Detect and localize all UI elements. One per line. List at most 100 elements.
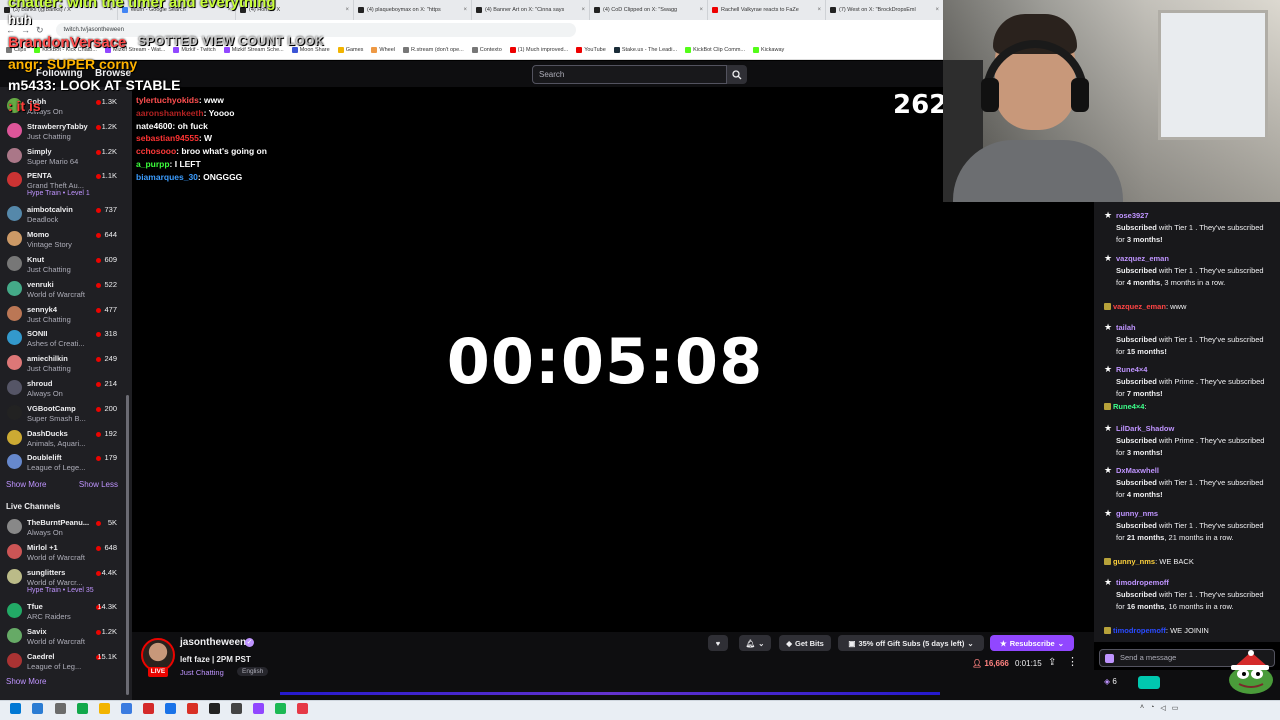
taskbar-app-icon[interactable] (143, 703, 154, 714)
sidebar-channel[interactable]: Caedrel League of Leg... 15.1K (0, 650, 132, 675)
channel-category: Just Chatting (27, 314, 71, 324)
windows-start-icon[interactable] (10, 703, 21, 714)
volume-icon[interactable]: ◁ (1160, 704, 1165, 712)
chevron-up-icon[interactable]: ˄ (1140, 704, 1144, 712)
follow-button[interactable]: ♥ (708, 635, 728, 651)
channel-viewer-count: 644 (104, 230, 117, 240)
overlay-text: BrandonVersace (8, 34, 127, 51)
chrome-icon[interactable] (99, 703, 110, 714)
browser-tab[interactable]: (4) CoD Clipped on X: "Swagg × (590, 0, 708, 20)
bookmark-item[interactable]: Games (337, 46, 363, 53)
sidebar-channel[interactable]: Momo Vintage Story 644 (0, 228, 132, 253)
chat-username[interactable]: Rune4×4 (1113, 402, 1144, 411)
bookmark-item[interactable]: Stake.us - The Leadi... (613, 46, 677, 53)
chat-username[interactable]: timodropemoff (1113, 626, 1166, 635)
taskbar-app-icon[interactable] (121, 703, 132, 714)
chat-username[interactable]: gunny_nms (1113, 557, 1155, 566)
chat-username[interactable]: tailah (1116, 323, 1136, 332)
bookmark-item[interactable]: R.stream (don't ope... (403, 46, 464, 53)
sidebar-channel[interactable]: Savix World of Warcraft 1.2K (0, 625, 132, 650)
streamer-name[interactable]: jasontheween (180, 637, 246, 648)
browser-tab[interactable]: (7) West on X: "BrockDropsEml × (826, 0, 943, 20)
chat-username[interactable]: vazquez_eman (1116, 254, 1169, 263)
bookmark-item[interactable]: Contexto (471, 46, 502, 53)
sidebar-channel[interactable]: DashDucks Animals, Aquari... 192 (0, 427, 132, 452)
show-more-link[interactable]: Show More (6, 677, 46, 686)
resubscribe-button[interactable]: ★ Resubscribe ⌄ (990, 635, 1074, 651)
sidebar-channel[interactable]: TheBurntPeanu... Always On 5K (0, 516, 132, 541)
sidebar-scrollbar[interactable] (126, 395, 129, 695)
chat-username[interactable]: rose3927 (1116, 211, 1149, 220)
network-icon[interactable]: ◔ (1150, 704, 1154, 712)
obs-icon[interactable] (297, 703, 308, 714)
get-bits-button[interactable]: ◆ Get Bits (779, 635, 831, 651)
chat-username[interactable]: LilDark_Shadow (1116, 424, 1174, 433)
sidebar-channel[interactable]: shroud Always On 214 (0, 377, 132, 402)
taskbar-app-icon[interactable] (253, 703, 264, 714)
stream-category[interactable]: Just Chatting (180, 668, 224, 677)
taskbar-app-icon[interactable] (187, 703, 198, 714)
more-options-icon[interactable]: ⋮ (1067, 655, 1078, 668)
chat-settings-button[interactable] (1138, 676, 1160, 689)
sidebar-channel[interactable]: Simply Super Mario 64 1.2K (0, 145, 132, 170)
sidebar-channel[interactable]: sunglitters World of Warcr... 4.4K Hype Tra… (0, 566, 132, 594)
stream-tag[interactable]: English (237, 667, 269, 676)
bookmark-item[interactable]: KickBot Clip Comm... (685, 46, 745, 53)
channel-name: TheBurntPeanu... (27, 518, 90, 528)
browser-tab[interactable]: (4) plaqueboymax on X: "https × (354, 0, 472, 20)
close-tab-icon[interactable]: × (581, 7, 585, 13)
browser-tab[interactable]: (4) Banner Art on X: "Cinna says × (472, 0, 590, 20)
bookmark-item[interactable]: Kickaway (753, 46, 784, 53)
taskbar-app-icon[interactable] (165, 703, 176, 714)
sidebar-channel[interactable]: StrawberryTabby Just Chatting 1.2K (0, 120, 132, 145)
show-more-link[interactable]: Show More (6, 480, 46, 489)
emote-icon[interactable] (1105, 654, 1114, 663)
sidebar-channel[interactable]: amiechilkin Just Chatting 249 (0, 352, 132, 377)
sidebar-channel[interactable]: Doublelift League of Lege... 179 (0, 451, 132, 476)
bookmark-item[interactable]: Wheel (371, 46, 395, 53)
sub-message: Subscribed with Tier 1 . They've subscri… (1116, 590, 1264, 611)
browser-tab[interactable]: Rachell Valkyrae reacts to FaZe × (708, 0, 826, 20)
close-tab-icon[interactable]: × (935, 7, 939, 13)
battery-icon[interactable]: ▭ (1172, 704, 1179, 712)
live-dot-icon (96, 357, 101, 363)
sidebar-channel[interactable]: aimbotcalvin Deadlock 737 (0, 203, 132, 228)
close-tab-icon[interactable]: × (699, 7, 703, 13)
sidebar-channel[interactable]: SONII Ashes of Creati... 318 (0, 327, 132, 352)
taskbar-app-icon[interactable] (231, 703, 242, 714)
chat-username[interactable]: gunny_nms (1116, 509, 1158, 518)
close-tab-icon[interactable]: × (345, 7, 349, 13)
show-less-link[interactable]: Show Less (79, 480, 118, 489)
taskbar-app-icon[interactable] (209, 703, 220, 714)
close-tab-icon[interactable]: × (817, 7, 821, 13)
bookmark-item[interactable]: YouTube (576, 46, 606, 53)
background-window (1158, 10, 1268, 140)
channel-viewer-count: 200 (104, 403, 117, 413)
channel-points[interactable]: ◈ 6 (1104, 677, 1117, 686)
taskbar-app-icon[interactable] (77, 703, 88, 714)
channel-viewer-count: 192 (104, 428, 117, 438)
taskbar-app-icon[interactable] (55, 703, 66, 714)
sidebar-channel[interactable]: Tfue ARC Raiders 14.3K (0, 600, 132, 625)
share-icon[interactable]: ⇪ (1048, 657, 1056, 668)
chat-username[interactable]: vazquez_eman (1113, 302, 1166, 311)
overlay-chat-line: aaronshamkeeth: Yoooo (136, 108, 234, 118)
chat-username[interactable]: timodropemoff (1116, 578, 1169, 587)
sidebar-channel[interactable]: venruki World of Warcraft 522 (0, 278, 132, 303)
search-input[interactable]: Search (532, 65, 727, 84)
channel-viewer-count: 5K (107, 518, 117, 528)
chat-username[interactable]: Rune4×4 (1116, 365, 1147, 374)
spotify-icon[interactable] (275, 703, 286, 714)
sidebar-channel[interactable]: Knut Just Chatting 609 (0, 253, 132, 278)
sidebar-channel[interactable]: sennyk4 Just Chatting 477 (0, 303, 132, 328)
sidebar-channel[interactable]: Mirlol +1 World of Warcraft 648 (0, 541, 132, 566)
close-tab-icon[interactable]: × (463, 7, 467, 13)
chat-username[interactable]: DxMaxwhell (1116, 466, 1159, 475)
search-button[interactable] (727, 65, 747, 84)
bookmark-item[interactable]: (1) Much improved... (509, 46, 568, 53)
taskbar-app-icon[interactable] (32, 703, 43, 714)
notifications-button[interactable]: 🔔︎ ⌄ (739, 635, 771, 651)
gift-subs-button[interactable]: ▣ 35% off Gift Subs (5 days left) ⌄ (838, 635, 984, 651)
sidebar-channel[interactable]: PENTA Grand Theft Au... 1.1K Hype Train • L… (0, 169, 132, 197)
sidebar-channel[interactable]: VGBootCamp Super Smash B... 200 (0, 402, 132, 427)
